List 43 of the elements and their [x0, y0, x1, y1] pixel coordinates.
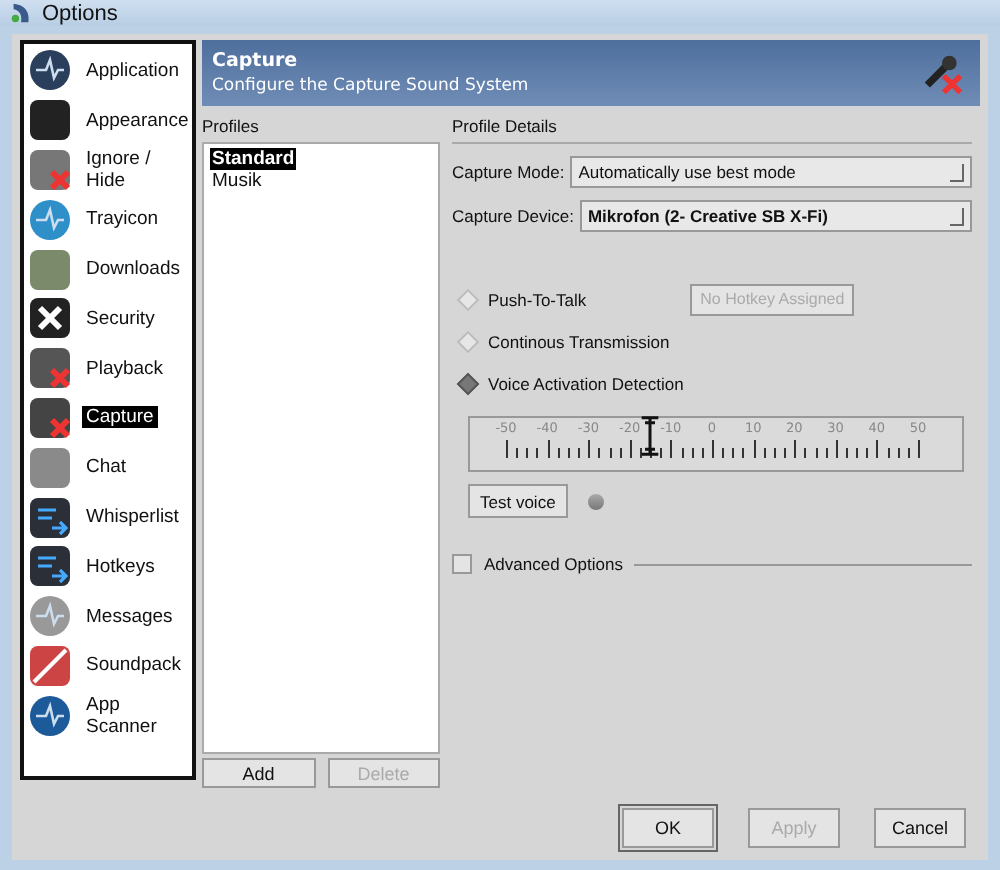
section-subtitle: Configure the Capture Sound System	[212, 76, 529, 96]
capture-mode-label: Capture Mode:	[452, 162, 565, 182]
radio-button[interactable]	[456, 287, 480, 311]
section-title: Capture	[212, 50, 300, 72]
category-item[interactable]: Playback	[24, 343, 192, 394]
capture-device-label: Capture Device:	[452, 206, 574, 226]
details-label: Profile Details	[452, 116, 559, 136]
advanced-options-label: Advanced Options	[484, 554, 623, 574]
category-item[interactable]: Chat	[24, 442, 192, 493]
indicator-icon	[587, 493, 604, 509]
category-item[interactable]: App Scanner	[24, 690, 192, 741]
list-icon	[28, 495, 72, 540]
mode-label: Push-To-Talk	[488, 289, 587, 309]
checkbox[interactable]	[452, 554, 472, 574]
capture-device-dropdown[interactable]: Mikrofon (2- Creative SB X-Fi)	[579, 200, 972, 232]
category-item[interactable]: Hotkeys	[24, 541, 192, 592]
category-item[interactable]: Application	[24, 46, 192, 96]
add-button[interactable]: Add	[202, 758, 315, 788]
cancel-button[interactable]: Cancel	[874, 808, 966, 848]
category-item[interactable]: Appearance	[24, 95, 192, 146]
profile-item[interactable]: Standard	[210, 148, 297, 170]
radio-button[interactable]	[456, 371, 480, 395]
radio-button[interactable]	[456, 329, 480, 353]
category-item[interactable]: Soundpack	[24, 641, 192, 691]
close-icon	[28, 296, 72, 341]
category-item[interactable]: Whisperlist	[24, 492, 192, 542]
mode-label: Continous Transmission	[488, 331, 670, 351]
ok-button[interactable]: OK	[622, 808, 714, 848]
category-item[interactable]: Downloads	[24, 244, 192, 294]
slider-thumb[interactable]	[640, 412, 661, 460]
mode-label: Voice Activation Detection	[488, 373, 684, 393]
category-item[interactable]: Messages	[24, 591, 192, 642]
category-item[interactable]: Ignore / Hide	[24, 145, 192, 195]
capture-mode-dropdown[interactable]: Automatically use best mode	[570, 156, 972, 188]
app-icon	[8, 0, 34, 26]
list-icon	[28, 544, 72, 589]
category-item[interactable]: Trayicon	[24, 194, 192, 245]
category-item[interactable]: Security	[24, 293, 192, 344]
profile-item[interactable]: Musik	[210, 170, 264, 192]
profiles-label: Profiles	[202, 116, 261, 136]
window-title: Options	[42, 1, 118, 25]
category-item[interactable]: Capture	[24, 393, 192, 443]
test-voice-button[interactable]: Test voice	[468, 484, 568, 518]
